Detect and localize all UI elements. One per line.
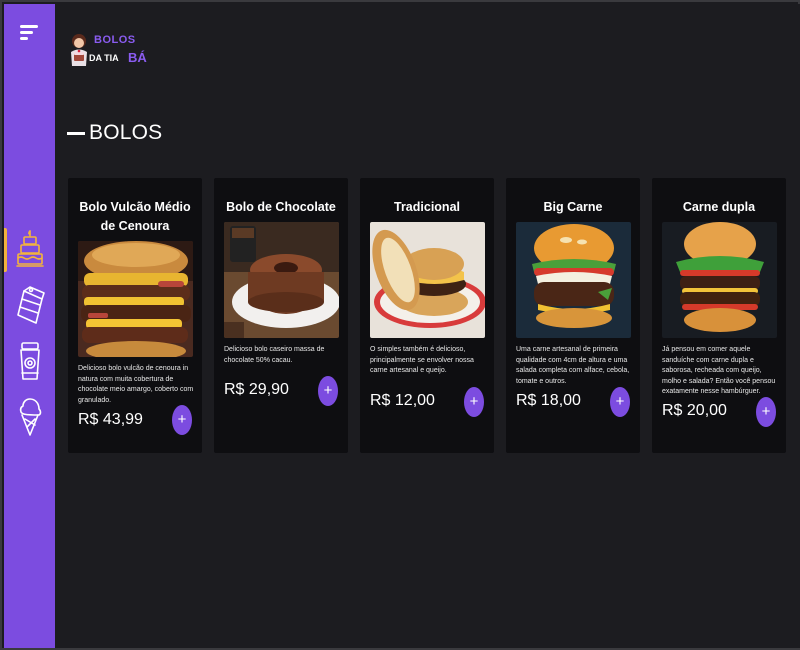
section-title: BOLOS	[89, 121, 163, 144]
cake-icon	[15, 229, 44, 274]
sidebar-item-cake-slices[interactable]	[4, 282, 55, 332]
section-heading: BOLOS	[67, 120, 162, 146]
add-to-cart-button[interactable]: +	[172, 405, 192, 435]
brand-name-line2: DA TIA	[89, 53, 119, 63]
add-to-cart-button[interactable]: +	[610, 387, 630, 417]
brand-name-line3: BÁ	[128, 50, 147, 65]
product-title: Bolo Vulcão Médio de Cenoura	[79, 200, 191, 233]
sidebar-item-drinks[interactable]	[4, 338, 55, 388]
product-description: Delicioso bolo caseiro massa de chocolat…	[224, 346, 325, 364]
add-to-cart-button[interactable]: +	[756, 397, 776, 427]
product-description: O simples também é delicioso, principalm…	[370, 346, 474, 374]
product-price: R$ 43,99	[78, 411, 143, 428]
product-image	[224, 222, 339, 338]
brand-name-line1: BOLOS	[94, 34, 136, 46]
product-price: R$ 18,00	[516, 392, 581, 409]
sidebar-item-cakes[interactable]	[4, 226, 55, 276]
sidebar-item-ice-cream[interactable]	[4, 394, 55, 444]
brand-logo[interactable]: BOLOS DA TIA BÁ	[67, 28, 147, 72]
product-description: Delicioso bolo vulcão de cenoura in natu…	[78, 365, 194, 404]
product-price: R$ 12,00	[370, 392, 435, 409]
product-image	[370, 222, 485, 338]
product-card: Bolo Vulcão Médio de Cenoura Delicioso b…	[68, 178, 202, 453]
menu-icon[interactable]	[20, 23, 40, 41]
sidebar	[4, 4, 55, 648]
product-title: Bolo de Chocolate	[226, 200, 336, 214]
product-card: Big Carne Uma carne artesanal de primeir…	[506, 178, 640, 453]
product-title: Big Carne	[543, 200, 603, 214]
product-title: Tradicional	[394, 200, 460, 214]
add-to-cart-button[interactable]: +	[464, 387, 484, 417]
app-window: BOLOS DA TIA BÁ BOLOS Bolo Vulcão Médio …	[0, 0, 800, 650]
ice-cream-icon	[18, 397, 42, 442]
product-title: Carne dupla	[682, 200, 756, 214]
product-description: Uma carne artesanal de primeira qualidad…	[516, 346, 630, 385]
add-to-cart-button[interactable]: +	[318, 376, 338, 406]
product-price: R$ 29,90	[224, 381, 289, 398]
main-content: BOLOS DA TIA BÁ BOLOS Bolo Vulcão Médio …	[55, 4, 800, 648]
product-image	[78, 241, 193, 357]
product-card: Tradicional O simples também é delicioso…	[360, 178, 494, 453]
product-description: Já pensou em comer aquele sanduíche com …	[662, 346, 776, 395]
product-price: R$ 20,00	[662, 402, 727, 419]
product-card: Bolo de Chocolate Delicioso bolo caseiro	[214, 178, 348, 453]
heading-dash	[67, 131, 85, 135]
baker-illustration	[71, 34, 87, 66]
product-image	[662, 222, 777, 338]
cake-slice-icon	[14, 285, 46, 330]
product-image	[516, 222, 631, 338]
product-card: Carne dupla Já pensou em comer aquele sa…	[652, 178, 786, 453]
cup-icon	[18, 341, 42, 386]
